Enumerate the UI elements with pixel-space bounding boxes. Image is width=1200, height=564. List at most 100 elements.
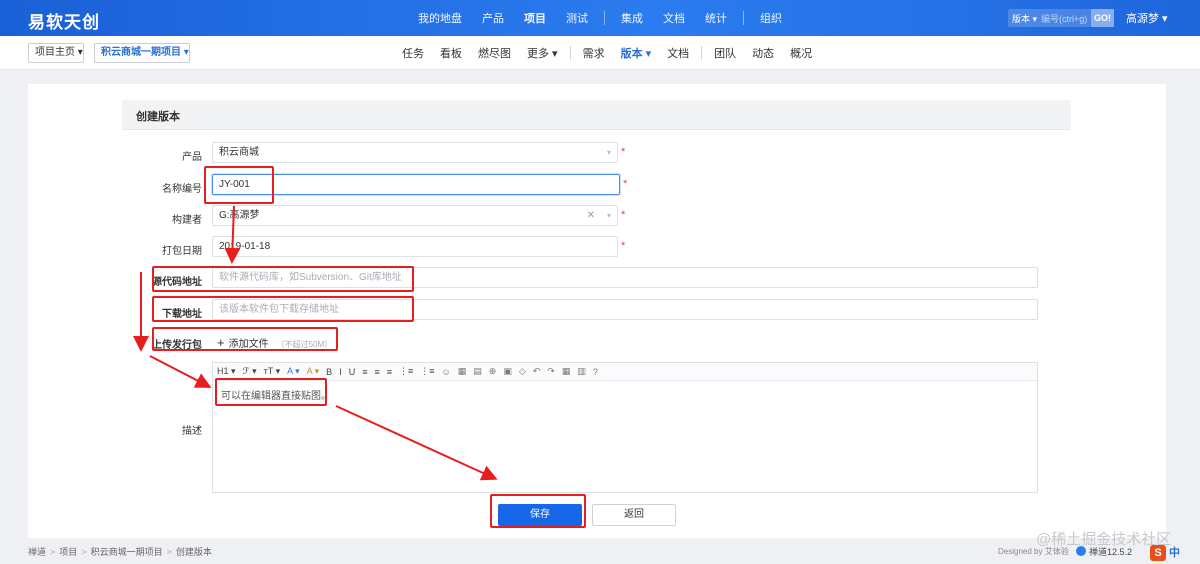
required-mark: *	[621, 146, 626, 158]
builder-select[interactable]: G:高源梦 ✕ ▾	[212, 205, 618, 226]
main-nav-item[interactable]: 测试	[556, 10, 598, 26]
toolbar-button[interactable]: ≡	[362, 367, 367, 377]
user-menu[interactable]: 高源梦 ▾	[1126, 10, 1168, 26]
subnav-item[interactable]: 版本 ▾	[613, 45, 660, 61]
toolbar-button[interactable]: B	[326, 367, 332, 377]
footer-breadcrumb-item: 创建版本	[175, 547, 212, 557]
toolbar-button[interactable]: ▦	[458, 366, 467, 377]
add-file-button[interactable]: + 添加文件 （不超过50M）	[217, 335, 332, 350]
toolbar-button[interactable]: A ▾	[307, 366, 320, 377]
clear-icon[interactable]: ✕	[587, 206, 595, 225]
toolbar-button[interactable]: ?	[593, 367, 598, 377]
description-editor[interactable]: H1 ▾ ℱ ▾ ᴛT ▾ A ▾ A ▾ B I U ≡ ≡ ≡ ⋮≡ ⋮≡ ☺ ▦ ▤ ⊕ ▣ ◇ ↶ ↷ ▦ ▥? 可…	[212, 362, 1038, 493]
toolbar-button[interactable]: ▤	[473, 366, 482, 377]
sub-navbar: 项目主页 ▾ 积云商城一期项目 ▾ 任务 看板 燃尽图 更多 ▾ 需求 版本 ▾ 文档 团队动…	[0, 36, 1200, 70]
toolbar-button[interactable]: A ▾	[287, 366, 300, 377]
ime-indicator[interactable]: S中	[1150, 544, 1190, 562]
nav-separator	[604, 11, 605, 25]
required-mark: *	[623, 178, 628, 190]
toolbar-button[interactable]: ▦	[562, 366, 571, 377]
subnav-separator	[701, 46, 703, 60]
main-nav-item[interactable]: 项目	[514, 10, 556, 26]
subnav-item[interactable]: 动态	[744, 45, 782, 61]
breadcrumb-separator-icon: >	[166, 547, 172, 557]
subnav-item[interactable]: 看板	[432, 45, 470, 61]
search-type-select[interactable]: 版本 ▾	[1008, 12, 1041, 25]
source-input[interactable]: 软件源代码库，如Subversion、Git库地址	[212, 267, 1038, 288]
top-navbar: 易软天创 我的地盘 产品 项目 测试 集成 文档 统计 组织 版本 ▾ 编号(ctrl+g) …	[0, 0, 1200, 36]
download-input[interactable]: 该版本软件包下载存储地址	[212, 299, 1038, 320]
nav-separator	[743, 11, 744, 25]
toolbar-button[interactable]: ⋮≡	[399, 366, 413, 377]
footer-breadcrumb: 禅道 > 项目 > 积云商城一期项目 > 创建版本	[28, 545, 212, 558]
main-nav-item[interactable]: 统计	[695, 10, 737, 26]
subnav-item[interactable]: 燃尽图	[470, 45, 519, 61]
search-box: 版本 ▾ 编号(ctrl+g) GO!	[1008, 9, 1114, 27]
toolbar-button[interactable]: ↷	[547, 366, 555, 377]
toolbar-button[interactable]: H1 ▾	[217, 366, 236, 377]
footer: 禅道 > 项目 > 积云商城一期项目 > 创建版本 Designed by 艾体验 禅道12…	[0, 538, 1200, 564]
subnav-separator	[569, 46, 571, 60]
toolbar-button[interactable]: ⋮≡	[420, 366, 434, 377]
subnav-item[interactable]: 任务	[394, 45, 432, 61]
footer-breadcrumb-item[interactable]: 项目	[59, 547, 77, 557]
toolbar-button[interactable]: ≡	[387, 367, 392, 377]
toolbar-button[interactable]: U	[349, 367, 356, 377]
editor-toolbar: H1 ▾ ℱ ▾ ᴛT ▾ A ▾ A ▾ B I U ≡ ≡ ≡ ⋮≡ ⋮≡ ☺ ▦ ▤ ⊕ ▣ ◇ ↶ ↷ ▦ ▥?	[213, 363, 1037, 381]
subnav-item[interactable]: 文档	[659, 45, 697, 61]
ime-mode: 中	[1169, 547, 1180, 559]
main-nav-item[interactable]: 我的地盘	[408, 10, 472, 26]
chevron-down-icon: ▾	[606, 211, 611, 220]
toolbar-button[interactable]: ☺	[442, 367, 451, 377]
toolbar-button[interactable]: ▣	[503, 366, 512, 377]
product-value: 积云商城	[219, 147, 259, 158]
toolbar-button[interactable]: ≡	[374, 367, 379, 377]
subnav-item[interactable]: 需求	[575, 45, 613, 61]
footer-breadcrumb-item[interactable]: 禅道	[28, 547, 46, 557]
upload-label: 上传发行包	[152, 340, 202, 351]
toolbar-button[interactable]: ↶	[533, 366, 541, 377]
main-nav-item[interactable]: 文档	[653, 10, 695, 26]
toolbar-button[interactable]: ⊕	[489, 366, 497, 377]
add-file-label: 添加文件	[228, 339, 269, 350]
date-label: 打包日期	[162, 246, 202, 257]
breadcrumb-separator-icon: >	[81, 547, 87, 557]
upload-limit: （不超过50M）	[276, 340, 333, 349]
name-input[interactable]: JY-001	[212, 174, 620, 195]
editor-content[interactable]: 可以在编辑器直接贴图。	[221, 387, 331, 402]
project-switcher-dropdown[interactable]: 积云商城一期项目 ▾	[94, 43, 190, 63]
toolbar-button[interactable]: I	[339, 367, 342, 377]
source-label: 源代码地址	[152, 277, 202, 288]
search-go-button[interactable]: GO!	[1091, 9, 1114, 27]
subnav-item[interactable]: 团队	[706, 45, 744, 61]
name-label: 名称编号	[162, 184, 202, 195]
toolbar-button[interactable]: ▥	[577, 366, 586, 377]
download-label: 下载地址	[162, 309, 202, 320]
toolbar-button[interactable]: ◇	[519, 366, 526, 377]
create-build-panel: 创建版本 产品 积云商城 ▾ * 名称编号 JY-001 * 构建者 G:高源梦…	[28, 84, 1166, 538]
panel-header: 创建版本	[122, 100, 1071, 130]
toolbar-button[interactable]: ℱ ▾	[243, 366, 257, 377]
main-nav-item[interactable]: 集成	[611, 10, 653, 26]
project-sub-nav: 任务 看板 燃尽图 更多 ▾ 需求 版本 ▾ 文档 团队 动态 概况	[394, 36, 820, 70]
footer-breadcrumb-item[interactable]: 积云商城一期项目	[91, 547, 163, 557]
subnav-item[interactable]: 更多 ▾	[519, 45, 566, 61]
main-nav-item[interactable]: 产品	[472, 10, 514, 26]
sogou-icon: S	[1150, 545, 1166, 561]
save-button[interactable]: 保存	[498, 504, 582, 526]
back-button[interactable]: 返回	[592, 504, 676, 526]
toolbar-button[interactable]: ᴛT ▾	[264, 366, 280, 377]
brand-logo[interactable]: 易软天创	[28, 8, 100, 33]
required-mark: *	[621, 240, 626, 252]
main-nav-item[interactable]: 组织	[750, 10, 792, 26]
date-input[interactable]: 2019-01-18	[212, 236, 618, 257]
search-input[interactable]: 编号(ctrl+g)	[1041, 12, 1091, 25]
product-label: 产品	[182, 152, 202, 163]
builder-value: G:高源梦	[219, 210, 260, 221]
chevron-down-icon: ▾	[606, 148, 611, 157]
product-select[interactable]: 积云商城 ▾	[212, 142, 618, 163]
subnav-item[interactable]: 概况	[782, 45, 820, 61]
main-nav: 我的地盘 产品 项目 测试 集成 文档 统计 组织	[408, 0, 792, 36]
builder-label: 构建者	[172, 215, 202, 226]
project-home-dropdown[interactable]: 项目主页 ▾	[28, 43, 84, 63]
